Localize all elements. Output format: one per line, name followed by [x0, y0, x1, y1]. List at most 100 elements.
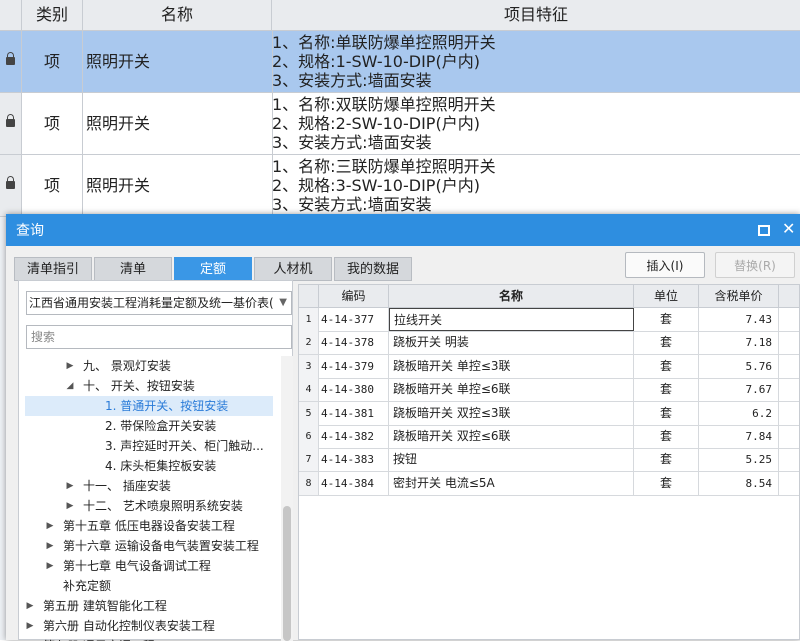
grid-cell-name[interactable]: 拉线开关 — [389, 308, 634, 331]
search-input[interactable]: 搜索 — [26, 325, 292, 349]
grid-header-unit[interactable]: 单位 — [634, 285, 699, 307]
collapsed-arrow-icon[interactable]: ▶ — [65, 476, 75, 496]
grid-header-name[interactable]: 名称 — [389, 285, 634, 307]
grid-cell-unit[interactable]: 套 — [634, 308, 699, 331]
grid-cell-name[interactable]: 跷板暗开关 单控≤6联 — [389, 378, 634, 402]
header-feature[interactable]: 项目特征 — [272, 0, 800, 30]
grid-cell-code[interactable]: 4-14-383 — [319, 448, 389, 472]
row-features[interactable]: 1、名称:单联防爆单控照明开关 2、规格:1-SW-10-DIP(户内) 3、安装方… — [272, 31, 792, 94]
table-row[interactable]: 项照明开关 1、名称:单联防爆单控照明开关 2、规格:1-SW-10-DIP(户内)… — [0, 31, 800, 93]
grid-cell-name[interactable]: 按钮 — [389, 448, 634, 472]
collapsed-arrow-icon[interactable]: ▶ — [45, 556, 55, 576]
row-name[interactable]: 照明开关 — [83, 93, 273, 154]
grid-row[interactable]: 4 4-14-380 跷板暗开关 单控≤6联套 7.67 — [299, 378, 799, 403]
grid-cell-price[interactable]: 6.2 — [699, 401, 779, 425]
grid-row[interactable]: 7 4-14-383 按钮套 5.25 — [299, 448, 799, 473]
tree-node[interactable]: ▶ 第七册 通风空调工程 — [19, 636, 281, 641]
tree-node[interactable]: ▶ 第五册 建筑智能化工程 — [19, 596, 281, 616]
collapsed-arrow-icon[interactable]: ▶ — [65, 356, 75, 376]
grid-row[interactable]: 5 4-14-381 跷板暗开关 双控≤3联套 6.2 — [299, 401, 799, 426]
grid-cell-code[interactable]: 4-14-384 — [319, 471, 389, 495]
collapsed-arrow-icon[interactable]: ▶ — [45, 536, 55, 556]
tree-node[interactable]: ▶ 第十六章 运输设备电气装置安装工程 — [19, 536, 281, 556]
tree-node[interactable]: 1. 普通开关、按钮安装 — [25, 396, 273, 416]
grid-cell-price[interactable]: 8.54 — [699, 471, 779, 495]
collapsed-arrow-icon[interactable]: ▶ — [25, 636, 35, 641]
row-features[interactable]: 1、名称:双联防爆单控照明开关 2、规格:2-SW-10-DIP(户内) 3、安装方… — [272, 93, 792, 156]
grid-cell-price[interactable]: 7.43 — [699, 308, 779, 331]
tab-labor-material-machine[interactable]: 人材机 — [254, 257, 332, 281]
grid-cell-code[interactable]: 4-14-377 — [319, 308, 389, 331]
chevron-down-icon[interactable]: ▼ — [279, 292, 287, 314]
tree-node[interactable]: 2. 带保险盒开关安装 — [19, 416, 281, 436]
row-type[interactable]: 项 — [22, 155, 83, 216]
tree-node[interactable]: ▶ 第十五章 低压电器设备安装工程 — [19, 516, 281, 536]
grid-cell-unit[interactable]: 套 — [634, 425, 699, 448]
tree-node[interactable]: 补充定额 — [19, 576, 281, 596]
grid-cell-price[interactable]: 7.84 — [699, 425, 779, 448]
dialog-titlebar[interactable]: 查询 ✕ — [6, 214, 800, 246]
row-name[interactable]: 照明开关 — [83, 155, 273, 216]
collapsed-arrow-icon[interactable]: ▶ — [45, 516, 55, 536]
tree-node[interactable]: 4. 床头柜集控板安装 — [19, 456, 281, 476]
tree-node[interactable]: ▶ 第十七章 电气设备调试工程 — [19, 556, 281, 576]
grid-cell-code[interactable]: 4-14-378 — [319, 331, 389, 355]
header-type[interactable]: 类别 — [22, 0, 83, 30]
grid-row[interactable]: 8 4-14-384 密封开关 电流≤5A 套 8.54 — [299, 471, 799, 496]
tree-node[interactable]: ▶ 九、 景观灯安装 — [19, 356, 281, 376]
grid-header-code[interactable]: 编码 — [319, 285, 389, 307]
tree-node[interactable]: ▶ 十一、 插座安装 — [19, 476, 281, 496]
row-type[interactable]: 项 — [22, 93, 83, 154]
tab-list[interactable]: 清单 — [94, 257, 172, 281]
close-icon[interactable]: ✕ — [782, 218, 795, 240]
tab-my-data[interactable]: 我的数据 — [334, 257, 412, 281]
grid-cell-unit[interactable]: 套 — [634, 354, 699, 378]
table-row[interactable]: 项照明开关 1、名称:三联防爆单控照明开关 2、规格:3-SW-10-DIP(户内)… — [0, 155, 800, 217]
grid-cell-name[interactable]: 跷板开关 明装 — [389, 331, 634, 355]
grid-row[interactable]: 6 4-14-382 跷板暗开关 双控≤6联套 7.84 — [299, 425, 799, 449]
grid-cell-code[interactable]: 4-14-380 — [319, 378, 389, 402]
grid-cell-name[interactable]: 跷板暗开关 双控≤6联 — [389, 425, 634, 448]
collapsed-arrow-icon[interactable]: ▶ — [25, 616, 35, 636]
tab-quota[interactable]: 定额 — [174, 257, 252, 281]
grid-cell-price[interactable]: 5.25 — [699, 448, 779, 472]
grid-row[interactable]: 1 4-14-377 拉线开关套 7.43 — [299, 308, 799, 332]
grid-cell-unit[interactable]: 套 — [634, 331, 699, 355]
collapsed-arrow-icon[interactable]: ▶ — [65, 496, 75, 516]
expanded-arrow-icon[interactable]: ◢ — [65, 376, 75, 396]
grid-cell-price[interactable]: 5.76 — [699, 354, 779, 378]
grid-cell-unit[interactable]: 套 — [634, 378, 699, 402]
tree-scrollbar-thumb[interactable] — [283, 506, 291, 641]
grid-cell-price[interactable]: 7.67 — [699, 378, 779, 402]
insert-button[interactable]: 插入(I) — [625, 252, 705, 278]
grid-row[interactable]: 3 4-14-379 跷板暗开关 单控≤3联套 5.76 — [299, 354, 799, 379]
grid-cell-unit[interactable]: 套 — [634, 401, 699, 425]
grid-cell-name[interactable]: 跷板暗开关 双控≤3联 — [389, 401, 634, 425]
maximize-icon[interactable] — [758, 225, 770, 236]
row-type[interactable]: 项 — [22, 31, 83, 92]
tree-node[interactable]: ▶ 第六册 自动化控制仪表安装工程 — [19, 616, 281, 636]
grid-cell-price[interactable]: 7.18 — [699, 331, 779, 355]
tree-node[interactable]: 3. 声控延时开关、柜门触动... — [19, 436, 281, 456]
row-features[interactable]: 1、名称:三联防爆单控照明开关 2、规格:3-SW-10-DIP(户内) 3、安装方… — [272, 155, 792, 218]
replace-button[interactable]: 替换(R) — [715, 252, 795, 278]
tree-scrollbar[interactable] — [281, 356, 293, 641]
tree-node[interactable]: ◢ 十、 开关、按钮安装 — [19, 376, 281, 396]
grid-row[interactable]: 2 4-14-378 跷板开关 明装套 7.18 — [299, 331, 799, 356]
grid-cell-code[interactable]: 4-14-379 — [319, 354, 389, 378]
grid-cell-name[interactable]: 跷板暗开关 单控≤3联 — [389, 354, 634, 378]
grid-cell-unit[interactable]: 套 — [634, 448, 699, 472]
collapsed-arrow-icon[interactable]: ▶ — [25, 596, 35, 616]
tab-list-guide[interactable]: 清单指引 — [14, 257, 92, 281]
header-name[interactable]: 名称 — [83, 0, 272, 30]
library-select[interactable]: 江西省通用安装工程消耗量定额及统一基价表( ▼ — [26, 291, 292, 315]
grid-row-index: 7 — [299, 448, 319, 472]
grid-header-price[interactable]: 含税单价 — [699, 285, 779, 307]
grid-cell-code[interactable]: 4-14-381 — [319, 401, 389, 425]
grid-cell-name[interactable]: 密封开关 电流≤5A — [389, 471, 634, 495]
row-name[interactable]: 照明开关 — [83, 31, 273, 92]
grid-cell-code[interactable]: 4-14-382 — [319, 425, 389, 448]
grid-cell-unit[interactable]: 套 — [634, 471, 699, 495]
tree-node[interactable]: ▶ 十二、 艺术喷泉照明系统安装 — [19, 496, 281, 516]
table-row[interactable]: 项照明开关 1、名称:双联防爆单控照明开关 2、规格:2-SW-10-DIP(户内)… — [0, 93, 800, 155]
